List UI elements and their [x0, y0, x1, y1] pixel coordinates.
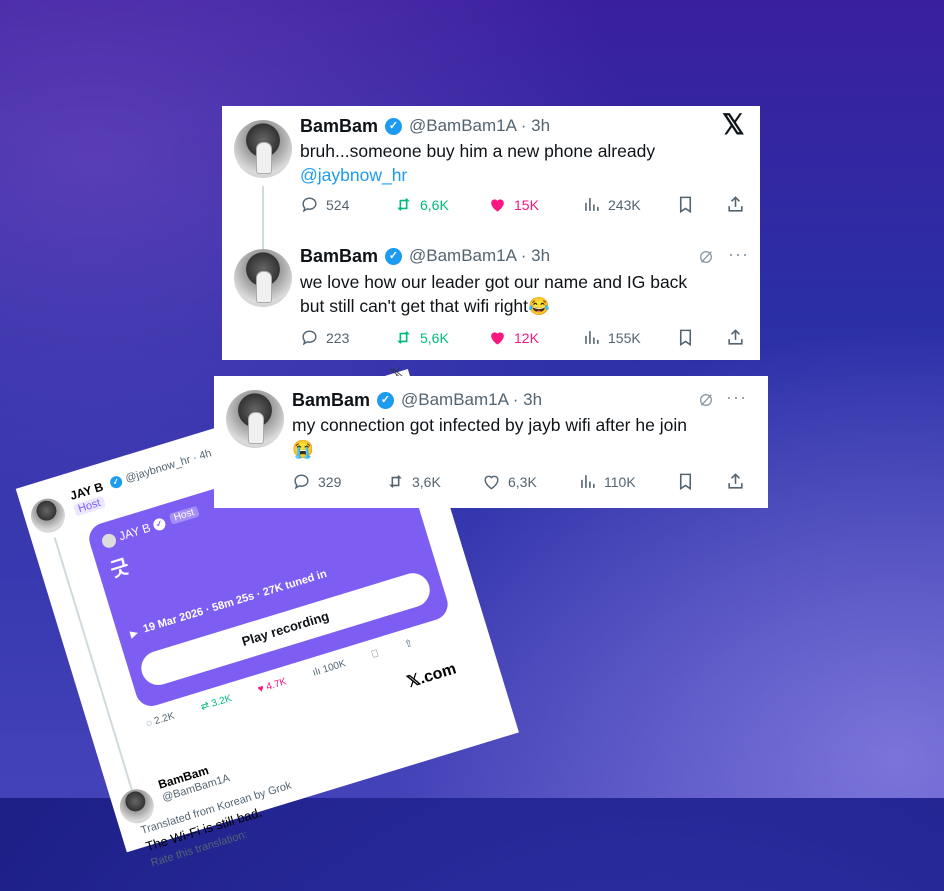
share-icon[interactable] — [726, 195, 745, 214]
views-icon — [581, 475, 595, 488]
heart-icon — [484, 475, 499, 490]
reply-button[interactable]: 223 — [300, 328, 349, 347]
tweet-card-top: BamBam ✓ @BamBam1A · 3h 𝕏 bruh...someone… — [222, 106, 760, 360]
x-logo-icon: 𝕏 — [722, 109, 745, 140]
tweet-text: bruh...someone buy him a new phone alrea… — [300, 141, 656, 161]
tweet-text: my connection got infected by jayb wifi … — [292, 415, 687, 435]
avatar[interactable] — [226, 390, 284, 448]
like-button[interactable]: ♥ 4.7K — [257, 676, 288, 695]
views-count: 155K — [608, 329, 641, 346]
like-count: 15K — [514, 196, 539, 213]
thread-line — [262, 186, 264, 250]
bookmark-icon[interactable] — [676, 195, 695, 214]
heart-icon — [491, 332, 504, 345]
space-host-name: JAY B — [117, 520, 153, 544]
like-button[interactable]: 15K — [488, 195, 539, 214]
reply-button[interactable]: 329 — [292, 472, 341, 491]
space-title: 긋 — [107, 555, 132, 583]
bookmark-icon[interactable]: ⎕ — [371, 648, 380, 660]
tweet-text: we love how our leader got our name and … — [300, 272, 688, 292]
author-name[interactable]: BamBam — [300, 246, 378, 267]
like-button[interactable]: 12K — [488, 328, 539, 347]
bookmark-icon[interactable] — [676, 328, 695, 347]
views-count: 243K — [608, 196, 641, 213]
reply-button[interactable]: 524 — [300, 195, 349, 214]
author-handle[interactable]: @BamBam1A · 3h — [409, 116, 550, 136]
views-button[interactable]: ılı 100K — [311, 658, 347, 678]
verified-icon: ✓ — [385, 248, 402, 265]
more-icon[interactable]: ··· — [728, 244, 749, 265]
like-count: 6,3K — [508, 473, 537, 490]
reply-icon — [302, 330, 317, 346]
author-name[interactable]: BamBam — [292, 390, 370, 411]
views-icon — [585, 331, 599, 344]
reply-icon — [294, 474, 309, 490]
reply-button[interactable]: ◌ 2.2K — [145, 711, 176, 730]
author-handle[interactable]: @jaybnow_hr · 4h — [124, 447, 213, 485]
views-button[interactable]: 155K — [582, 328, 641, 347]
space-host-avatar — [100, 532, 118, 550]
avatar[interactable] — [26, 494, 70, 537]
verified-icon: ✓ — [108, 474, 124, 490]
verified-icon: ✓ — [385, 118, 402, 135]
repost-icon — [397, 198, 410, 211]
reply-icon — [302, 197, 317, 213]
author-handle[interactable]: @BamBam1A · 3h — [409, 246, 550, 266]
reply-count: 524 — [326, 196, 350, 213]
repost-count: 5,6K — [420, 329, 449, 346]
verified-icon: ✓ — [151, 516, 167, 532]
tweet-text: 😭 — [292, 439, 314, 459]
repost-button[interactable]: 6,6K — [394, 195, 449, 214]
like-count: 12K — [514, 329, 539, 346]
repost-button[interactable]: 3,6K — [386, 472, 441, 491]
repost-count: 3,6K — [412, 473, 441, 490]
space-host-badge: Host — [168, 505, 200, 525]
views-icon — [585, 198, 599, 211]
views-button[interactable]: 243K — [582, 195, 641, 214]
share-icon[interactable] — [726, 328, 745, 347]
views-button[interactable]: 110K — [578, 472, 636, 491]
more-icon[interactable]: ··· — [726, 387, 747, 408]
grok-icon[interactable] — [698, 249, 714, 265]
tweet-card-bottom: BamBam ✓ @BamBam1A · 3h ··· my connectio… — [214, 376, 768, 508]
mention-link[interactable]: @jaybnow_hr — [300, 163, 407, 187]
play-triangle-icon: ▶ — [128, 627, 140, 641]
site-label: 𝕏.com — [405, 660, 459, 692]
avatar[interactable] — [234, 120, 292, 178]
repost-button[interactable]: ⇄ 3.2K — [200, 693, 234, 713]
author-handle[interactable]: @BamBam1A · 3h — [401, 390, 542, 410]
bookmark-icon[interactable] — [676, 472, 695, 491]
author-name[interactable]: BamBam — [300, 116, 378, 137]
reply-count: 329 — [318, 473, 342, 490]
views-count: 110K — [604, 473, 636, 490]
repost-count: 6,6K — [420, 196, 449, 213]
heart-icon — [491, 199, 504, 212]
share-icon[interactable]: ⇧ — [403, 638, 414, 651]
repost-icon — [389, 475, 402, 488]
repost-icon — [397, 331, 410, 344]
like-button[interactable]: 6,3K — [482, 472, 537, 491]
share-icon[interactable] — [726, 472, 745, 491]
verified-icon: ✓ — [377, 392, 394, 409]
avatar[interactable] — [234, 249, 292, 307]
repost-button[interactable]: 5,6K — [394, 328, 449, 347]
tweet-text: but still can't get that wifi right😂 — [300, 296, 550, 316]
grok-icon[interactable] — [698, 392, 714, 408]
reply-count: 223 — [326, 329, 350, 346]
